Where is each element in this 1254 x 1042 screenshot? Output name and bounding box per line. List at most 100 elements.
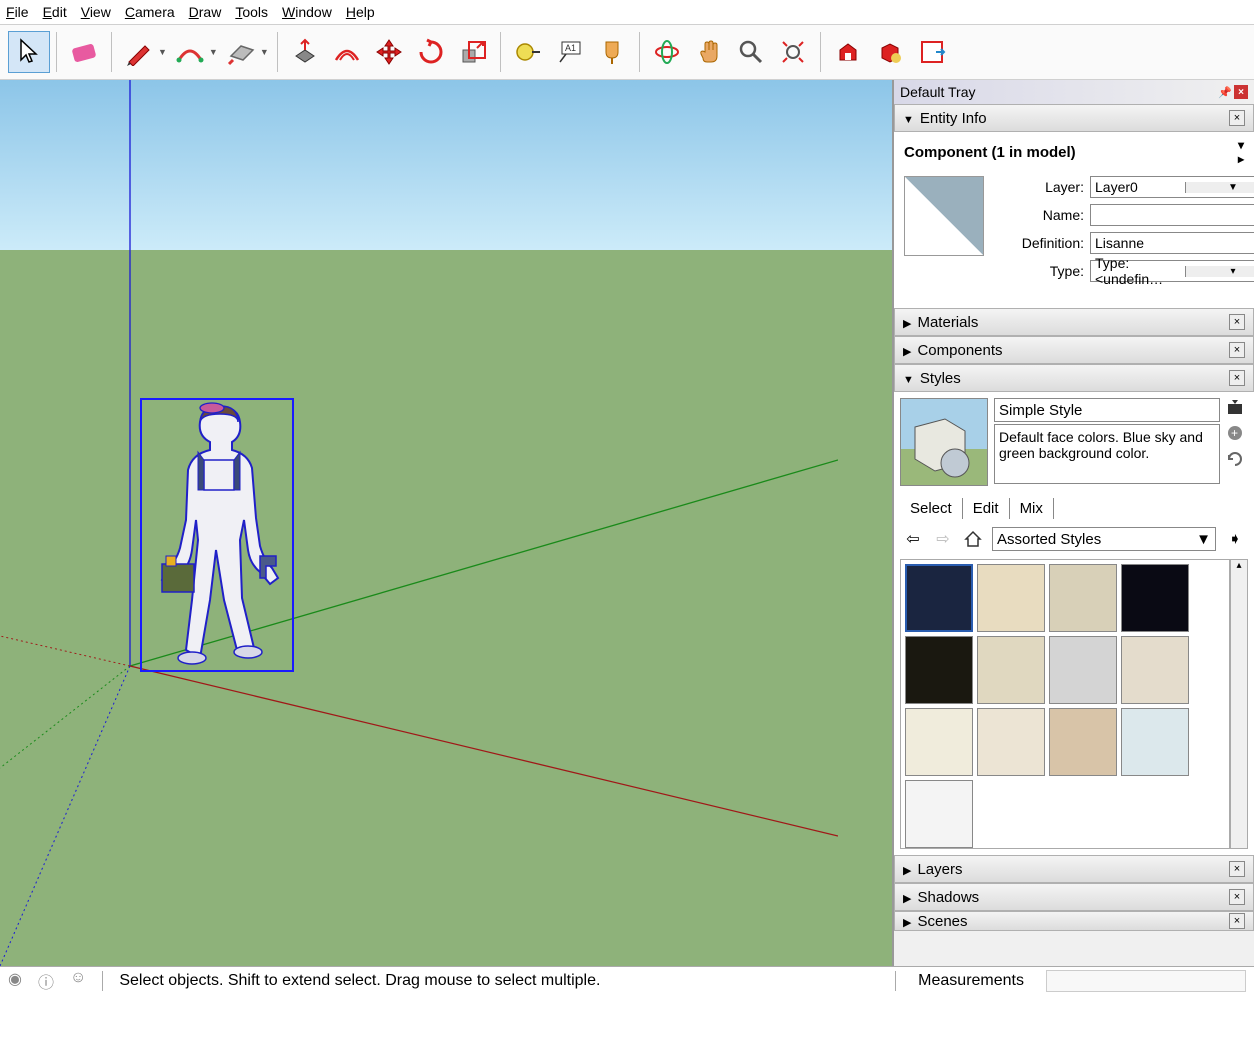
menu-file[interactable]: File bbox=[6, 4, 29, 20]
style-item[interactable] bbox=[905, 564, 973, 632]
style-item[interactable] bbox=[1121, 708, 1189, 776]
panel-scenes-header[interactable]: ▶Scenes × bbox=[894, 911, 1254, 931]
arc-tool[interactable] bbox=[169, 31, 211, 73]
home-icon[interactable] bbox=[962, 528, 984, 550]
rotate-tool[interactable] bbox=[410, 31, 452, 73]
expand-icon[interactable]: ▾▸ bbox=[1238, 138, 1244, 166]
credits-icon[interactable]: ⓘ bbox=[38, 969, 54, 993]
entity-thumbnail[interactable] bbox=[904, 176, 984, 256]
tab-select[interactable]: Select bbox=[900, 498, 963, 519]
text-tool[interactable]: A1 bbox=[549, 31, 591, 73]
style-item[interactable] bbox=[977, 708, 1045, 776]
tab-edit[interactable]: Edit bbox=[963, 498, 1010, 519]
pencil-tool[interactable] bbox=[118, 31, 160, 73]
panel-shadows-header[interactable]: ▶Shadows × bbox=[894, 883, 1254, 911]
move-tool[interactable] bbox=[368, 31, 410, 73]
nav-forward-icon[interactable]: ⇨ bbox=[932, 528, 954, 550]
style-grid bbox=[900, 559, 1230, 849]
close-icon[interactable]: × bbox=[1229, 110, 1245, 126]
menu-edit[interactable]: Edit bbox=[43, 4, 67, 20]
style-item[interactable] bbox=[905, 708, 973, 776]
close-icon[interactable]: × bbox=[1229, 889, 1245, 905]
style-item[interactable] bbox=[1049, 564, 1117, 632]
menu-camera[interactable]: Camera bbox=[125, 4, 175, 20]
definition-input[interactable] bbox=[1090, 232, 1254, 254]
panel-components-header[interactable]: ▶Components × bbox=[894, 336, 1254, 364]
svg-text:A1: A1 bbox=[565, 43, 576, 53]
close-icon[interactable]: × bbox=[1234, 85, 1248, 99]
toolbar: ▼ ▼ ▼ A1 bbox=[0, 24, 1254, 80]
type-label: Type: bbox=[998, 263, 1084, 279]
type-select[interactable]: Type: <undefin…▾ bbox=[1090, 260, 1254, 282]
zoom-tool[interactable] bbox=[730, 31, 772, 73]
panel-layers-header[interactable]: ▶Layers × bbox=[894, 855, 1254, 883]
nav-back-icon[interactable]: ⇦ bbox=[902, 528, 924, 550]
status-bar: ◉ ⓘ ☺ Select objects. Shift to extend se… bbox=[0, 966, 1254, 994]
menu-window[interactable]: Window bbox=[282, 4, 332, 20]
style-item[interactable] bbox=[905, 780, 973, 848]
menu-view[interactable]: View bbox=[81, 4, 111, 20]
zoom-extents-tool[interactable] bbox=[772, 31, 814, 73]
style-item[interactable] bbox=[1121, 564, 1189, 632]
orbit-tool[interactable] bbox=[646, 31, 688, 73]
measurements-input[interactable] bbox=[1046, 970, 1246, 992]
viewport-3d[interactable] bbox=[0, 80, 894, 966]
close-icon[interactable]: × bbox=[1229, 861, 1245, 877]
scrollbar[interactable]: ▴ bbox=[1230, 559, 1248, 849]
close-icon[interactable]: × bbox=[1229, 314, 1245, 330]
tape-tool[interactable] bbox=[507, 31, 549, 73]
paint-tool[interactable] bbox=[591, 31, 633, 73]
definition-label: Definition: bbox=[998, 235, 1084, 251]
style-description: Default face colors. Blue sky and green … bbox=[994, 424, 1220, 484]
details-icon[interactable]: ➧ bbox=[1224, 528, 1246, 550]
style-item[interactable] bbox=[1121, 636, 1189, 704]
geo-icon[interactable]: ◉ bbox=[8, 969, 22, 993]
style-item[interactable] bbox=[977, 636, 1045, 704]
extension-tool[interactable] bbox=[869, 31, 911, 73]
style-create-icon[interactable]: + bbox=[1226, 424, 1246, 444]
name-input[interactable] bbox=[1090, 204, 1254, 226]
svg-text:+: + bbox=[1231, 426, 1238, 440]
tab-mix[interactable]: Mix bbox=[1010, 498, 1054, 519]
layer-select[interactable]: Layer0▼ bbox=[1090, 176, 1254, 198]
tray-header[interactable]: Default Tray 📌 × bbox=[894, 80, 1254, 104]
select-tool[interactable] bbox=[8, 31, 50, 73]
warehouse-tool[interactable] bbox=[827, 31, 869, 73]
default-tray: Default Tray 📌 × ▼Entity Info × Componen… bbox=[894, 80, 1254, 966]
style-item[interactable] bbox=[1049, 636, 1117, 704]
eraser-tool[interactable] bbox=[63, 31, 105, 73]
rectangle-tool[interactable] bbox=[220, 31, 262, 73]
menu-help[interactable]: Help bbox=[346, 4, 375, 20]
style-item[interactable] bbox=[977, 564, 1045, 632]
status-hint: Select objects. Shift to extend select. … bbox=[119, 972, 879, 990]
collection-select[interactable]: Assorted Styles▼ bbox=[992, 527, 1216, 551]
panel-styles-header[interactable]: ▼Styles × bbox=[894, 364, 1254, 392]
name-label: Name: bbox=[998, 207, 1084, 223]
style-thumbnail[interactable] bbox=[900, 398, 988, 486]
close-icon[interactable]: × bbox=[1229, 370, 1245, 386]
menu-tools[interactable]: Tools bbox=[235, 4, 268, 20]
pin-icon[interactable]: 📌 bbox=[1218, 85, 1232, 99]
menu-bar: File Edit View Camera Draw Tools Window … bbox=[0, 0, 1254, 24]
tray-title: Default Tray bbox=[900, 84, 975, 100]
layout-tool[interactable] bbox=[911, 31, 953, 73]
style-item[interactable] bbox=[905, 636, 973, 704]
style-refresh-icon[interactable] bbox=[1226, 450, 1246, 470]
panel-styles: Default face colors. Blue sky and green … bbox=[894, 392, 1254, 855]
close-icon[interactable]: × bbox=[1229, 342, 1245, 358]
panel-materials-header[interactable]: ▶Materials × bbox=[894, 308, 1254, 336]
offset-tool[interactable] bbox=[326, 31, 368, 73]
close-icon[interactable]: × bbox=[1229, 913, 1245, 929]
pan-tool[interactable] bbox=[688, 31, 730, 73]
panel-entity-info-header[interactable]: ▼Entity Info × bbox=[894, 104, 1254, 132]
style-item[interactable] bbox=[1049, 708, 1117, 776]
pushpull-tool[interactable] bbox=[284, 31, 326, 73]
style-update-icon[interactable] bbox=[1226, 398, 1246, 418]
menu-draw[interactable]: Draw bbox=[189, 4, 222, 20]
person-icon[interactable]: ☺ bbox=[70, 969, 86, 993]
measurements-label: Measurements bbox=[912, 972, 1030, 990]
style-name-input[interactable] bbox=[994, 398, 1220, 422]
styles-tabs: Select Edit Mix bbox=[900, 498, 1248, 519]
scale-tool[interactable] bbox=[452, 31, 494, 73]
selected-component[interactable] bbox=[140, 398, 294, 672]
